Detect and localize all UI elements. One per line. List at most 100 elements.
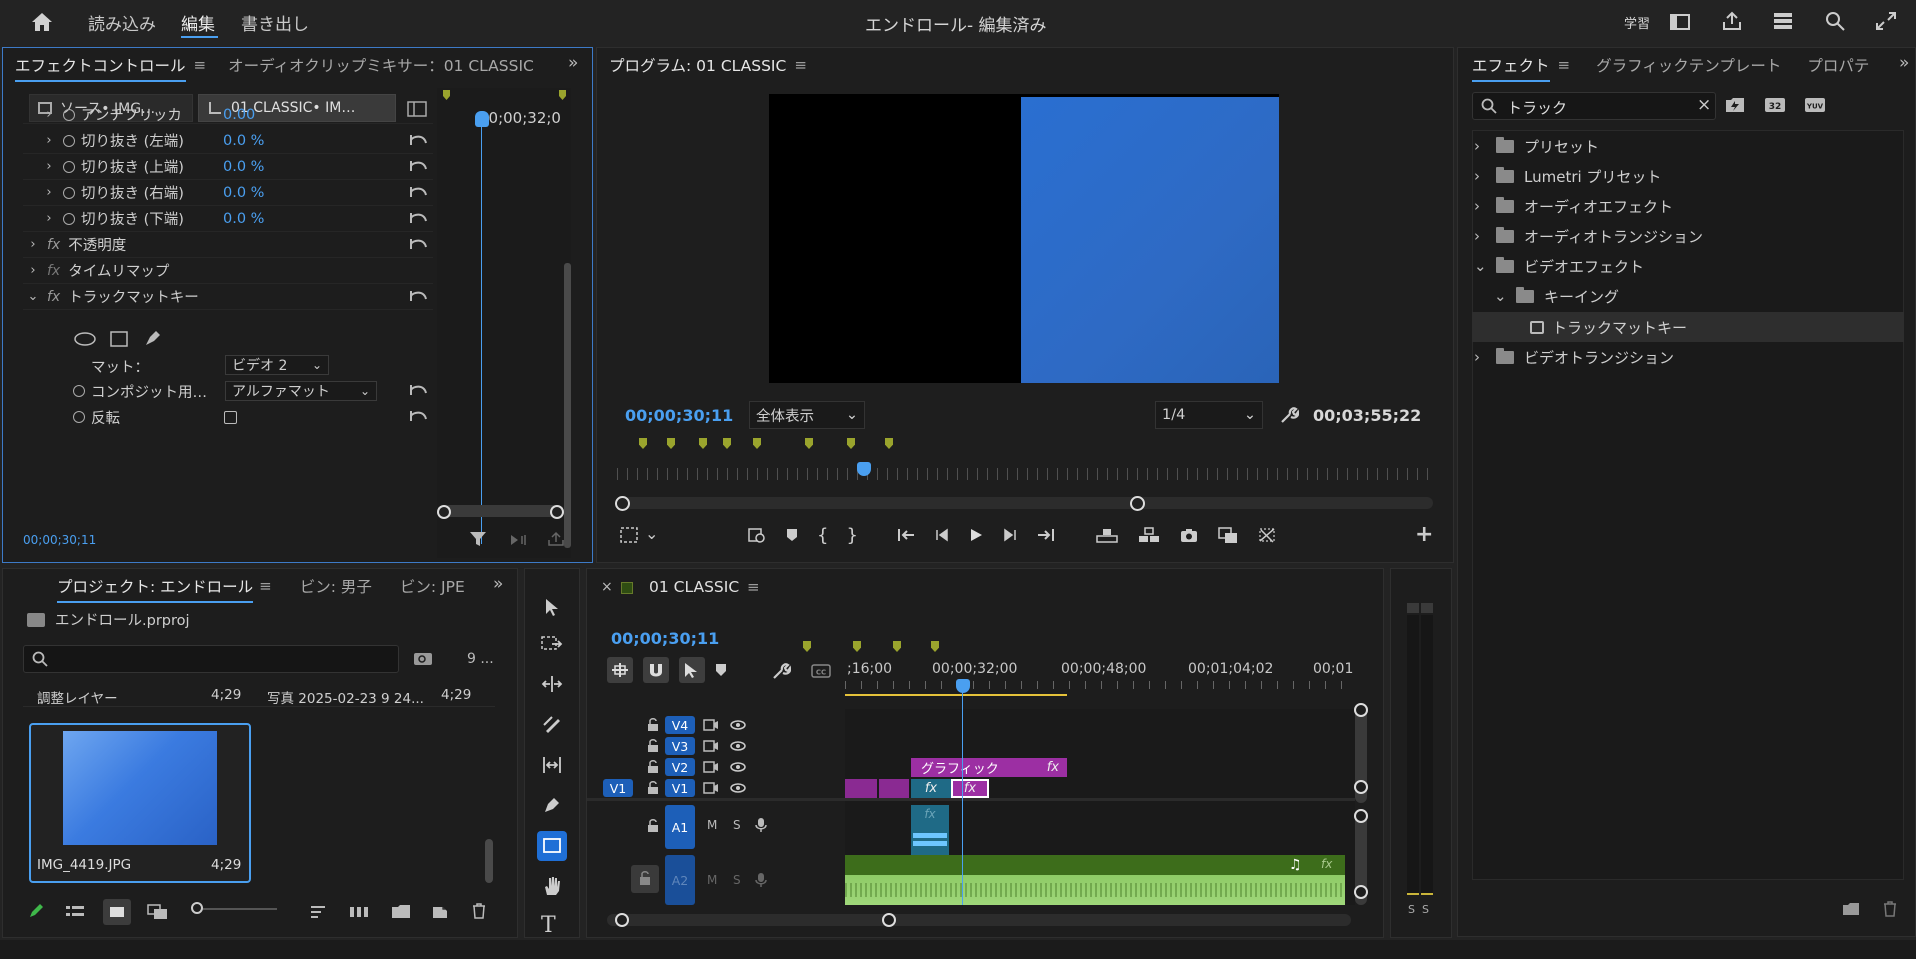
project-thumbnail-item[interactable]: IMG_4419.JPG 4;29	[29, 723, 251, 883]
fullscreen-icon[interactable]	[1875, 11, 1897, 31]
eye-icon[interactable]	[729, 719, 747, 731]
program-zoom-handle-right[interactable]	[1130, 496, 1145, 511]
audio-zoom-handle-top[interactable]	[1354, 809, 1368, 823]
filter-icon[interactable]	[469, 530, 487, 548]
thumbnail-size-handle[interactable]	[191, 902, 203, 914]
program-playhead[interactable]	[857, 462, 871, 476]
expand-chevron-icon[interactable]: ›	[25, 237, 41, 252]
expand-chevron-icon[interactable]: ›	[41, 159, 57, 174]
expand-chevron-icon[interactable]: ›	[25, 263, 41, 278]
type-tool-icon[interactable]: T	[541, 913, 556, 937]
thumbnail-size-slider[interactable]	[193, 908, 277, 910]
new-item-icon[interactable]	[431, 903, 449, 919]
reset-icon[interactable]	[408, 159, 428, 173]
effects-item-video-transitions[interactable]: › ビデオトランジション	[1474, 342, 1674, 372]
clip-v1-1[interactable]	[845, 779, 877, 798]
sync-lock-icon[interactable]	[703, 740, 719, 752]
project-scrollbar[interactable]	[485, 839, 493, 883]
tab-graphic-templates[interactable]: グラフィックテンプレート	[1596, 54, 1781, 76]
learn-button[interactable]: 学習	[1624, 13, 1650, 32]
program-timecode[interactable]: 00;00;30;11	[625, 406, 733, 425]
video-zoom-handle-bottom[interactable]	[1354, 780, 1368, 794]
quick-export-icon[interactable]	[1772, 11, 1794, 31]
ec-timecode[interactable]: 00;00;30;11	[23, 533, 96, 547]
freeform-view-icon[interactable]	[147, 904, 169, 920]
timeline-zoom-handle-right[interactable]	[882, 913, 896, 927]
menu-import[interactable]: 読み込み	[88, 10, 156, 35]
hand-tool-icon[interactable]	[542, 875, 562, 897]
tab-properties[interactable]: プロパテ	[1807, 54, 1869, 76]
clip-v1-3[interactable]: fx	[911, 779, 951, 798]
mute-button[interactable]: M	[707, 818, 717, 832]
close-sequence-icon[interactable]: ×	[601, 579, 613, 595]
sequence-title[interactable]: 01 CLASSIC	[649, 578, 739, 596]
32bit-effects-icon[interactable]: 32	[1764, 96, 1786, 114]
stopwatch-icon[interactable]	[63, 186, 75, 199]
expand-chevron-icon[interactable]: ›	[41, 211, 57, 226]
ripple-edit-tool-icon[interactable]	[541, 675, 563, 693]
microphone-icon[interactable]	[755, 817, 767, 833]
panel-menu-icon[interactable]: ≡	[747, 578, 760, 596]
fit-dropdown[interactable]: 全体表示 ⌄	[749, 401, 865, 429]
clip-graphic-v2[interactable]: グラフィック fx	[911, 758, 1067, 777]
tab-audio-clip-mixer[interactable]: オーディオクリップミキサー：01 CLASSIC	[228, 54, 534, 76]
ec-scrollbar[interactable]	[564, 263, 571, 548]
stopwatch-icon[interactable]	[63, 134, 75, 147]
home-icon[interactable]	[30, 11, 54, 33]
stopwatch-icon[interactable]	[73, 411, 85, 423]
step-back-icon[interactable]	[934, 527, 950, 543]
rectangle-tool-button[interactable]	[537, 831, 567, 861]
accelerated-effects-icon[interactable]	[1724, 96, 1746, 114]
safe-margins-icon[interactable]	[619, 526, 639, 544]
expand-chevron-icon[interactable]: ›	[41, 185, 57, 200]
crop-right-value[interactable]: 0.0 %	[223, 185, 264, 201]
program-zoom-handle-left[interactable]	[615, 496, 630, 511]
project-search-box[interactable]	[23, 645, 399, 673]
eye-icon[interactable]	[729, 782, 747, 794]
insert-sequence-nested-button[interactable]	[607, 657, 633, 683]
list-view-icon[interactable]	[65, 904, 85, 920]
tab-bin-jpe[interactable]: ビン: JPE	[400, 575, 465, 597]
effects-item-audio-transitions[interactable]: › オーディオトランジション	[1474, 221, 1703, 251]
reset-icon[interactable]	[408, 133, 428, 147]
effects-item-audio-effects[interactable]: › オーディオエフェクト	[1474, 191, 1673, 221]
play-audio-icon[interactable]	[509, 532, 529, 548]
collapse-chevron-icon[interactable]: ⌄	[25, 289, 41, 304]
yuv-effects-icon[interactable]: YUV	[1804, 96, 1826, 114]
track-toggle-a2[interactable]: A2	[665, 855, 695, 905]
effects-item-track-matte-key[interactable]: トラックマットキー	[1530, 312, 1687, 342]
project-row-adjustment[interactable]: 調整レイヤー 4;29 写真 2025-02-23 9 24... 4;29	[23, 685, 495, 707]
track-select-tool-icon[interactable]	[541, 635, 563, 653]
ellipse-mask-icon[interactable]	[73, 331, 97, 347]
go-to-out-icon[interactable]	[1036, 527, 1056, 543]
reset-icon[interactable]	[408, 211, 428, 225]
reset-icon[interactable]	[408, 409, 428, 423]
comparison-view-icon[interactable]	[1217, 526, 1239, 544]
captions-icon[interactable]: CC	[811, 663, 831, 679]
panel-menu-icon[interactable]: ≡	[794, 56, 807, 74]
clip-v1-selected[interactable]: fx	[951, 779, 989, 798]
track-toggle-v3[interactable]: V3	[665, 737, 695, 755]
track-toggle-v2[interactable]: V2	[665, 758, 695, 776]
expand-chevron-icon[interactable]: ›	[41, 107, 57, 122]
ec-zoom-handle-right[interactable]	[550, 505, 564, 519]
panel-menu-icon[interactable]: ≡	[1558, 56, 1571, 74]
clear-search-icon[interactable]: ×	[1697, 95, 1711, 115]
automate-to-sequence-icon[interactable]	[349, 904, 369, 920]
solo-button[interactable]: S	[733, 818, 741, 832]
play-icon[interactable]	[968, 527, 984, 543]
panel-overflow-icon[interactable]: »	[1899, 53, 1909, 73]
lock-button[interactable]	[631, 865, 659, 893]
effects-item-lumetri-presets[interactable]: › Lumetri プリセット	[1474, 161, 1661, 191]
panel-overflow-icon[interactable]: »	[493, 574, 503, 594]
add-button-icon[interactable]: +	[1415, 522, 1433, 547]
composite-dropdown[interactable]: アルファマット ⌄	[225, 381, 377, 401]
meter-solo-right[interactable]: S	[1422, 903, 1429, 916]
slip-tool-icon[interactable]	[541, 755, 563, 775]
snap-button[interactable]	[643, 657, 669, 683]
clip-v1-2[interactable]	[879, 779, 909, 798]
tab-project[interactable]: プロジェクト: エンドロール	[57, 575, 254, 603]
lift-icon[interactable]	[1095, 526, 1119, 544]
match-frame-icon[interactable]	[747, 526, 767, 544]
track-toggle-a1[interactable]: A1	[665, 805, 695, 849]
